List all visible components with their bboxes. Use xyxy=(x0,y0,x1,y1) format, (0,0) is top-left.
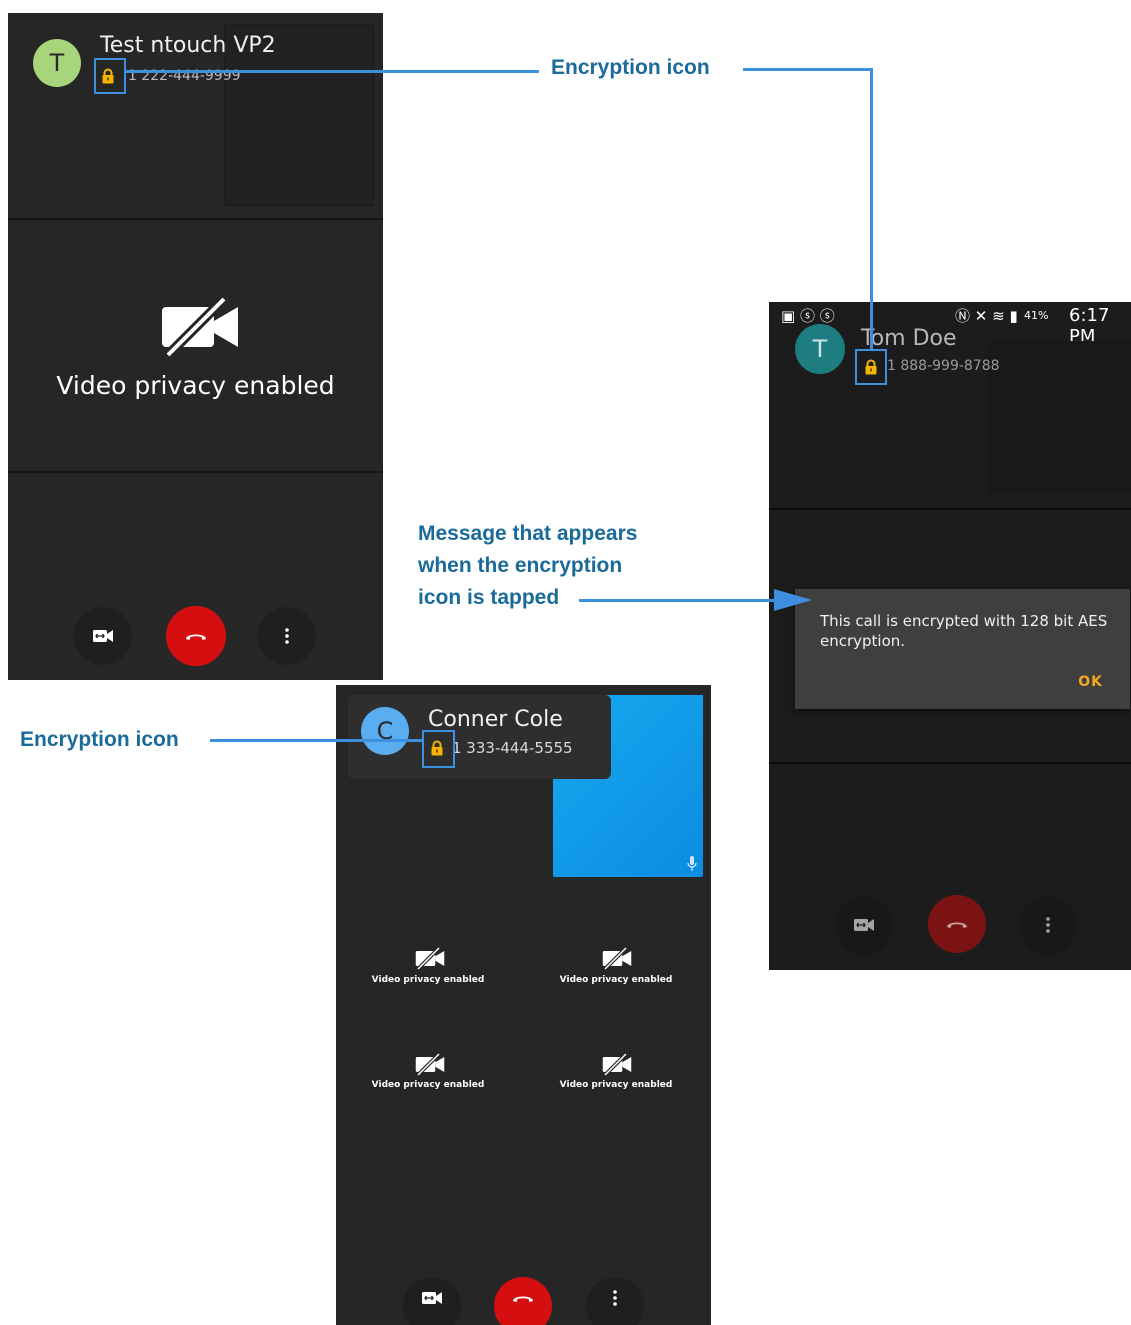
camera-off-icon xyxy=(160,297,240,357)
contact-number: 1 333-444-5555 xyxy=(452,739,573,757)
more-options-button[interactable] xyxy=(586,1277,644,1325)
arrow-head-icon xyxy=(774,589,812,611)
avatar-letter: T xyxy=(49,49,65,77)
hang-up-button[interactable] xyxy=(928,895,986,953)
status-time: 6:17 PM xyxy=(1069,305,1110,347)
divider xyxy=(8,218,383,220)
swap-camera-button[interactable] xyxy=(835,896,893,954)
camera-off-icon xyxy=(602,1053,632,1076)
camera-off-icon xyxy=(602,947,632,970)
video-privacy-label: Video privacy enabled xyxy=(56,371,335,400)
more-vertical-icon xyxy=(613,1290,617,1306)
swap-camera-button[interactable] xyxy=(74,607,132,665)
hang-up-button[interactable] xyxy=(166,606,226,666)
callout-message-line-1: Message that appears xyxy=(418,522,638,545)
self-view-preview xyxy=(987,342,1131,494)
camera-off-icon xyxy=(415,947,445,970)
connector-line xyxy=(743,68,873,71)
callout-message-line-3: icon is tapped xyxy=(418,586,560,609)
divider xyxy=(8,471,383,473)
contact-name: Test ntouch VP2 xyxy=(100,33,276,58)
contact-name: Conner Cole xyxy=(428,707,563,732)
call-screen-conner-cole: C Conner Cole 1 333-444-5555 Video priva… xyxy=(336,685,711,1325)
dialog-ok-button[interactable]: OK xyxy=(1078,674,1103,690)
dialog-message: This call is encrypted with 128 bit AES … xyxy=(820,612,1108,650)
call-screen-test-ntouch: T Test ntouch VP2 1 222-444-9999 Video p… xyxy=(8,13,383,680)
callout-encryption-icon-top: Encryption icon xyxy=(551,56,710,79)
hang-up-button[interactable] xyxy=(494,1277,552,1325)
encryption-dialog: This call is encrypted with 128 bit AES … xyxy=(795,589,1130,709)
microphone-icon xyxy=(687,856,697,872)
contact-name: Tom Doe xyxy=(861,326,957,351)
battery-percent: 41% xyxy=(1024,309,1049,322)
more-vertical-icon xyxy=(285,628,289,644)
tile-privacy-label: Video privacy enabled xyxy=(371,1080,485,1090)
connector-line xyxy=(870,68,873,350)
swap-camera-button[interactable] xyxy=(403,1277,461,1325)
encryption-highlight-box xyxy=(94,58,126,94)
avatar-letter: T xyxy=(812,335,828,363)
hang-up-icon xyxy=(945,918,969,930)
more-options-button[interactable] xyxy=(1019,896,1077,954)
status-icons-right: Ⓝ ✕ ≋ ▮ xyxy=(955,307,1018,325)
avatar: T xyxy=(33,39,81,87)
tile-privacy-label: Video privacy enabled xyxy=(559,975,673,985)
call-screen-tom-doe: ▣ ⓢ ⓢ Ⓝ ✕ ≋ ▮ 41% 6:17 PM T Tom Doe 1 88… xyxy=(769,302,1131,970)
hang-up-icon xyxy=(184,630,208,642)
callout-encryption-icon-left: Encryption icon xyxy=(20,728,179,751)
avatar: T xyxy=(795,324,845,374)
tile-privacy-label: Video privacy enabled xyxy=(371,975,485,985)
callout-message-line-2: when the encryption xyxy=(418,554,623,577)
connector-line xyxy=(126,70,539,73)
tile-privacy-label: Video privacy enabled xyxy=(559,1080,673,1090)
camera-off-icon xyxy=(415,1053,445,1076)
connector-line xyxy=(210,739,423,742)
divider xyxy=(769,762,1131,764)
avatar: C xyxy=(361,707,409,755)
hang-up-icon xyxy=(511,1292,535,1304)
contact-number: 1 888-999-8788 xyxy=(887,358,1000,374)
more-vertical-icon xyxy=(1046,917,1050,933)
status-icons-left: ▣ ⓢ ⓢ xyxy=(781,307,835,325)
more-options-button[interactable] xyxy=(258,607,316,665)
divider xyxy=(769,508,1131,510)
encryption-highlight-box xyxy=(422,730,455,768)
swap-camera-icon xyxy=(422,1291,442,1305)
connector-line xyxy=(579,599,775,602)
encryption-highlight-box xyxy=(855,349,887,385)
swap-camera-icon xyxy=(93,629,113,643)
swap-camera-icon xyxy=(854,918,874,932)
